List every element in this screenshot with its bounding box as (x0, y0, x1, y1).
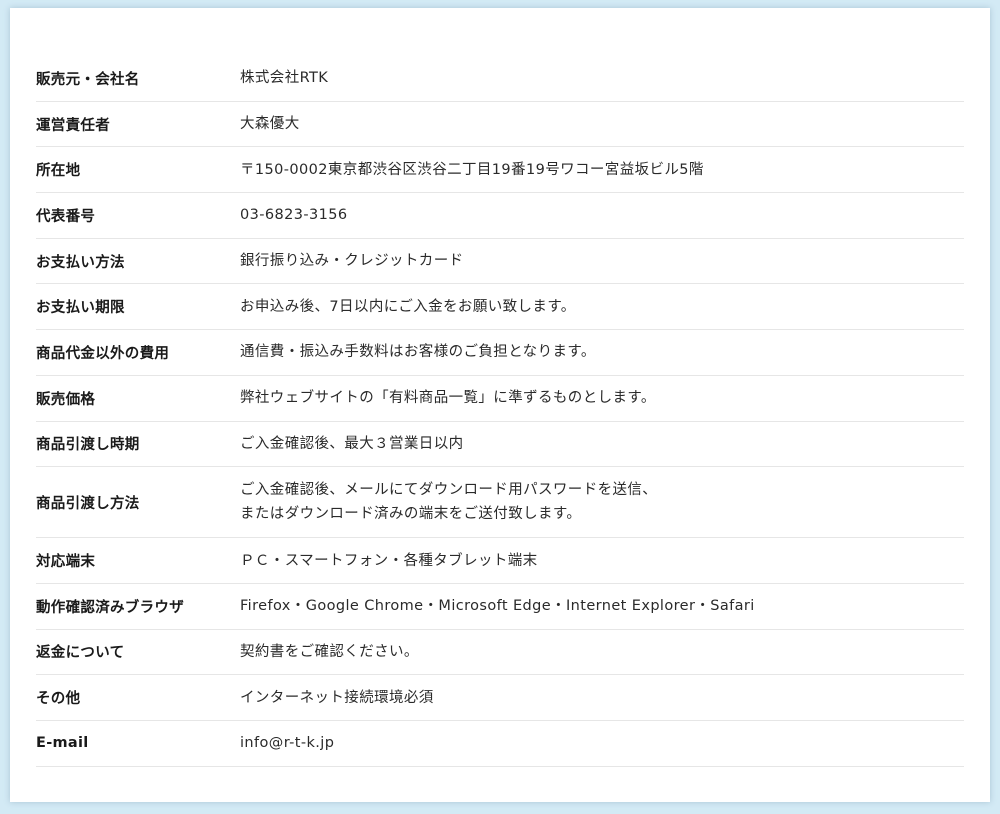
row-value-line: またはダウンロード済みの端末をご送付致します。 (240, 506, 582, 523)
row-label: その他 (36, 691, 81, 708)
table-row: 返金について 契約書をご確認ください。 (36, 630, 964, 676)
row-label: 販売元・会社名 (36, 71, 140, 88)
row-label: 所在地 (36, 163, 81, 180)
row-value: 〒150-0002東京都渋谷区渋谷二丁目19番19号ワコー宮益坂ビル5階 (240, 158, 964, 182)
row-value-line: info@r-t-k.jp (240, 735, 335, 752)
row-value: 弊社ウェブサイトの「有料商品一覧」に準ずるものとします。 (240, 386, 964, 410)
row-value: インターネット接続環境必須 (240, 686, 964, 710)
row-value-line: Firefox・Google Chrome・Microsoft Edge・Int… (240, 598, 755, 615)
row-value: ご入金確認後、メールにてダウンロード用パスワードを送信、 またはダウンロード済みの… (240, 478, 964, 526)
table-row: 運営責任者 大森優大 (36, 102, 964, 148)
row-label: 対応端末 (36, 554, 96, 571)
row-value-line: 大森優大 (240, 116, 300, 133)
table-row: お支払い期限 お申込み後、7日以内にご入金をお願い致します。 (36, 284, 964, 331)
row-value: 通信費・振込み手数料はお客様のご負担となります。 (240, 340, 964, 364)
row-label: 商品引渡し時期 (36, 437, 140, 454)
table-row: 所在地 〒150-0002東京都渋谷区渋谷二丁目19番19号ワコー宮益坂ビル5階 (36, 147, 964, 194)
table-row: お支払い方法 銀行振り込み・クレジットカード (36, 239, 964, 285)
company-info-table: 販売元・会社名 株式会社RTK 運営責任者 大森優大所在地 〒150-0002東京都渋谷… (36, 56, 964, 767)
row-label: E-mail (36, 735, 89, 752)
table-row: 代表番号 03-6823-3156 (36, 193, 964, 239)
table-row: 動作確認済みブラウザ Firefox・Google Chrome・Microsof… (36, 584, 964, 630)
row-value: 大森優大 (240, 112, 964, 136)
row-value: ＰＣ・スマートフォン・各種タブレット端末 (240, 549, 964, 573)
row-value-line: 株式会社RTK (240, 70, 329, 87)
row-value: 03-6823-3156 (240, 203, 964, 227)
table-row: 販売価格 弊社ウェブサイトの「有料商品一覧」に準ずるものとします。 (36, 376, 964, 422)
row-label: 商品引渡し方法 (36, 495, 140, 512)
row-label: お支払い方法 (36, 254, 125, 271)
row-label: 返金について (36, 645, 125, 662)
table-row: 商品代金以外の費用 通信費・振込み手数料はお客様のご負担となります。 (36, 330, 964, 376)
content-card: 販売元・会社名 株式会社RTK 運営責任者 大森優大所在地 〒150-0002東京都渋谷… (10, 8, 990, 802)
row-value-line: ご入金確認後、最大３営業日以内 (240, 435, 464, 452)
row-value: ご入金確認後、最大３営業日以内 (240, 432, 964, 456)
row-value-line: 〒150-0002東京都渋谷区渋谷二丁目19番19号ワコー宮益坂ビル5階 (240, 161, 704, 178)
row-label: 動作確認済みブラウザ (36, 599, 184, 616)
row-value: お申込み後、7日以内にご入金をお願い致します。 (240, 295, 964, 319)
row-value-line: お申込み後、7日以内にご入金をお願い致します。 (240, 298, 576, 315)
row-value-line: ご入金確認後、メールにてダウンロード用パスワードを送信、 (240, 482, 658, 499)
row-label: 商品代金以外の費用 (36, 345, 170, 362)
row-value-line: 弊社ウェブサイトの「有料商品一覧」に準ずるものとします。 (240, 390, 656, 407)
row-value-line: ＰＣ・スマートフォン・各種タブレット端末 (240, 552, 538, 569)
row-value: 契約書をご確認ください。 (240, 640, 964, 664)
row-value-line: 通信費・振込み手数料はお客様のご負担となります。 (240, 344, 596, 361)
table-row: 商品引渡し時期 ご入金確認後、最大３営業日以内 (36, 422, 964, 468)
row-value: 株式会社RTK (240, 66, 964, 90)
row-value-line: 03-6823-3156 (240, 207, 348, 224)
row-value-line: インターネット接続環境必須 (240, 689, 434, 706)
table-row: E-mail info@r-t-k.jp (36, 721, 964, 767)
table-row: 商品引渡し方法 ご入金確認後、メールにてダウンロード用パスワードを送信、 またはダウ… (36, 467, 964, 539)
table-row: 販売元・会社名 株式会社RTK (36, 56, 964, 102)
row-label: 販売価格 (36, 391, 96, 408)
row-value: info@r-t-k.jp (240, 731, 964, 755)
row-label: 代表番号 (36, 208, 96, 225)
row-value: 銀行振り込み・クレジットカード (240, 249, 964, 273)
row-label: 運営責任者 (36, 117, 110, 134)
row-value-line: 契約書をご確認ください。 (240, 643, 419, 660)
row-value: Firefox・Google Chrome・Microsoft Edge・Int… (240, 594, 964, 618)
table-row: その他 インターネット接続環境必須 (36, 675, 964, 721)
table-row: 対応端末 ＰＣ・スマートフォン・各種タブレット端末 (36, 538, 964, 584)
row-label: お支払い期限 (36, 300, 125, 317)
row-value-line: 銀行振り込み・クレジットカード (240, 253, 464, 270)
